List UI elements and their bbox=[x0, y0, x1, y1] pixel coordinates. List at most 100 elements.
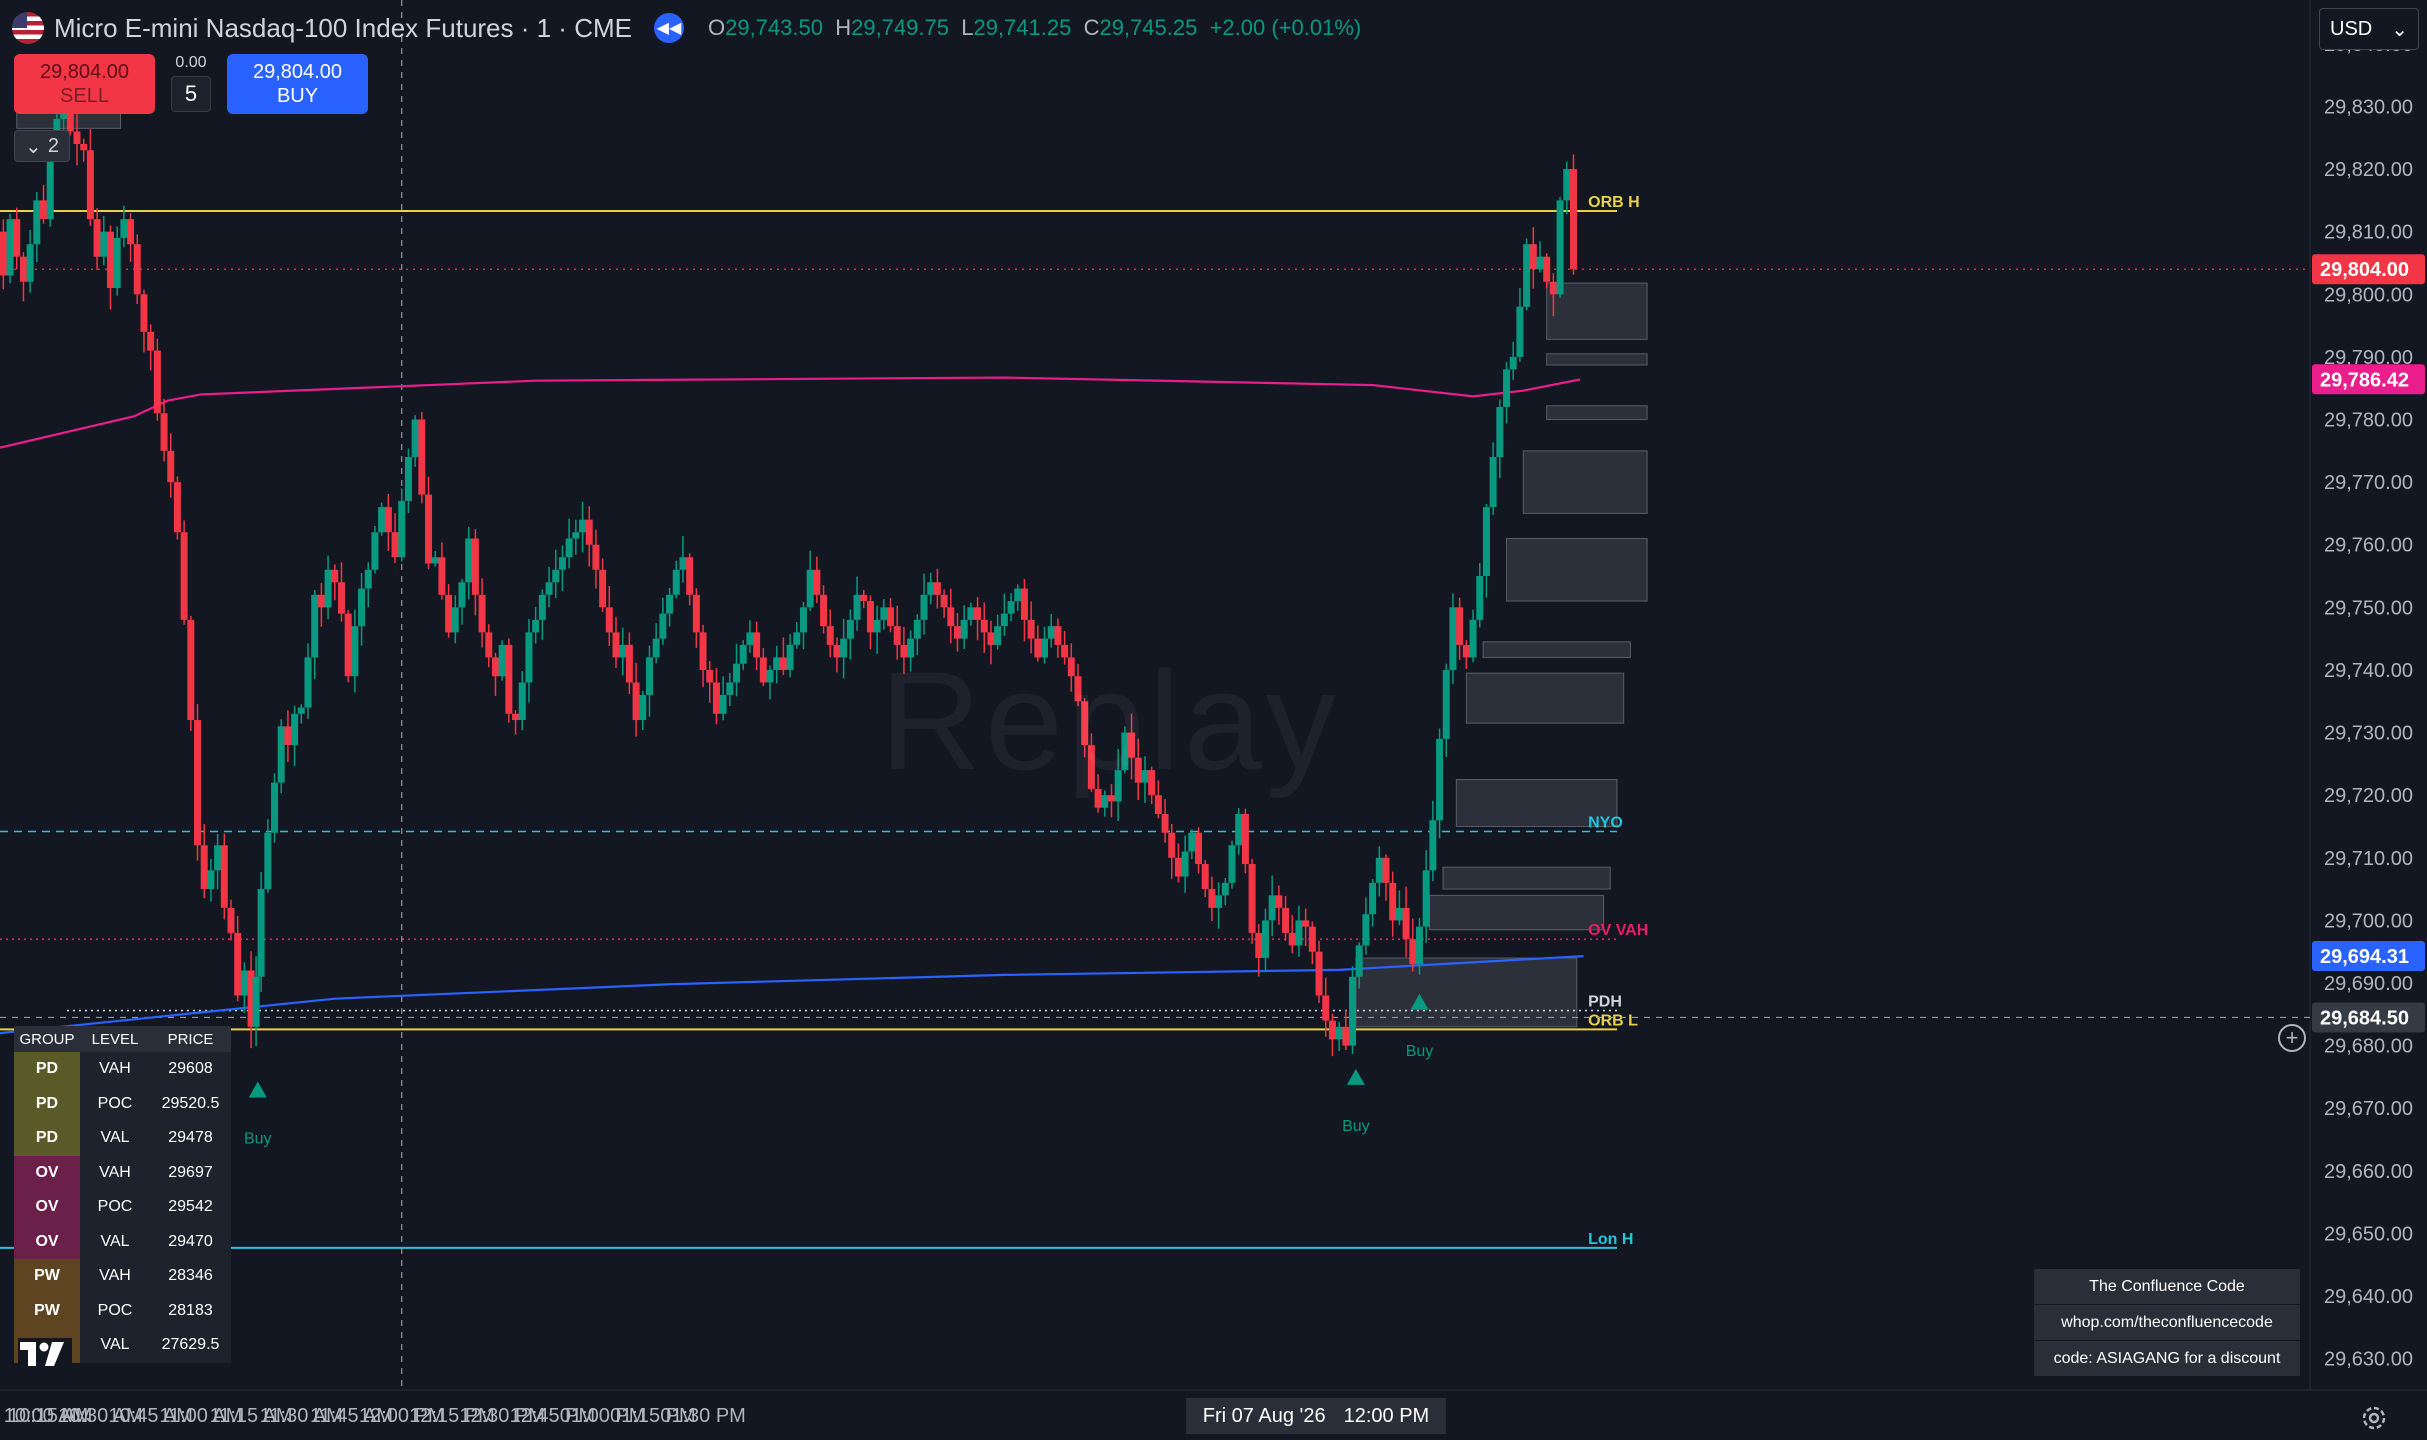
candle-body bbox=[1503, 369, 1511, 407]
candle-body bbox=[786, 644, 794, 670]
collapse-count: 2 bbox=[47, 134, 59, 157]
candle-body bbox=[1355, 945, 1363, 977]
candle-body bbox=[1261, 920, 1269, 958]
candle-body bbox=[1409, 939, 1417, 965]
candle-body bbox=[1395, 907, 1403, 921]
sell-button[interactable]: 29,804.00 SELL bbox=[14, 54, 155, 114]
levels-row: OV VAH 29697 bbox=[14, 1155, 231, 1190]
indicator-collapse-button[interactable]: ⌄ 2 bbox=[14, 130, 70, 162]
candle-body bbox=[712, 682, 720, 714]
candle-body bbox=[558, 557, 566, 570]
candle-body bbox=[913, 619, 921, 639]
candle-body bbox=[1429, 820, 1437, 871]
y-tick-label: 29,800.00 bbox=[2324, 284, 2413, 306]
candle-body bbox=[1315, 951, 1323, 996]
candle-body bbox=[438, 557, 446, 595]
candle-body bbox=[719, 695, 727, 714]
levels-level: VAH bbox=[80, 1052, 150, 1087]
imbalance-zone bbox=[1522, 450, 1648, 514]
candle-body bbox=[692, 594, 700, 633]
close-value: 29,745.25 bbox=[1099, 15, 1198, 40]
candle-body bbox=[220, 845, 228, 908]
levels-row: OV VAL 29470 bbox=[14, 1224, 231, 1259]
candle-body bbox=[167, 450, 175, 483]
candle-body bbox=[1201, 864, 1209, 890]
high-value: 29,749.75 bbox=[851, 15, 949, 40]
level-label: PDH bbox=[1588, 994, 1622, 1011]
candle-body bbox=[234, 932, 242, 996]
candle-body bbox=[384, 507, 392, 533]
levels-price: 29542 bbox=[150, 1190, 231, 1225]
candle-body bbox=[351, 626, 359, 677]
candle-body bbox=[980, 619, 988, 633]
buy-button[interactable]: 29,804.00 BUY bbox=[227, 54, 368, 114]
levels-group: PD bbox=[14, 1086, 80, 1121]
candle-body bbox=[645, 657, 653, 695]
replay-rewind-icon[interactable]: ◀◀ bbox=[653, 13, 684, 43]
symbol-title[interactable]: Micro E-mini Nasdaq-100 Index Futures · … bbox=[54, 13, 632, 44]
candle-body bbox=[1569, 169, 1577, 270]
candle-body bbox=[813, 569, 821, 595]
candle-body bbox=[80, 144, 88, 151]
y-tick-label: 29,680.00 bbox=[2324, 1036, 2413, 1058]
candle-body bbox=[927, 582, 935, 595]
y-tick-label: 29,740.00 bbox=[2324, 660, 2413, 682]
candle-body bbox=[960, 619, 968, 639]
candle-body bbox=[1523, 244, 1531, 307]
candle-body bbox=[947, 607, 955, 627]
candle-body bbox=[652, 638, 660, 658]
candle-body bbox=[207, 870, 215, 890]
candle-body bbox=[133, 244, 141, 295]
current-price-tag: 29,804.00 bbox=[2320, 259, 2409, 281]
crosshair-time: 12:00 PM bbox=[1343, 1404, 1430, 1427]
candle-body bbox=[147, 331, 155, 351]
gear-icon[interactable] bbox=[2358, 1402, 2390, 1434]
y-tick-label: 29,690.00 bbox=[2324, 973, 2413, 995]
levels-price: 29608 bbox=[150, 1052, 231, 1087]
level-label: OV VAH bbox=[1588, 922, 1648, 939]
candle-body bbox=[1563, 169, 1571, 201]
candle-body bbox=[404, 457, 412, 501]
candle-body bbox=[860, 594, 868, 602]
levels-row: OV POC 29542 bbox=[14, 1190, 231, 1225]
candle-body bbox=[1288, 932, 1296, 946]
crosshair-time-label: Fri 07 Aug '26 12:00 PM bbox=[1186, 1398, 1446, 1434]
candle-body bbox=[1456, 607, 1464, 645]
y-tick-label: 29,830.00 bbox=[2324, 96, 2413, 118]
candle-body bbox=[632, 682, 640, 721]
buy-signal-arrow bbox=[1346, 1068, 1365, 1085]
level-label: ORB L bbox=[1588, 1012, 1638, 1029]
candle-body bbox=[920, 594, 928, 620]
candle-body bbox=[1208, 889, 1216, 908]
y-tick-label: 29,660.00 bbox=[2324, 1161, 2413, 1183]
candle-body bbox=[659, 613, 667, 639]
imbalance-zone bbox=[1442, 866, 1611, 890]
quantity-input[interactable]: 5 bbox=[171, 76, 211, 112]
levels-level: POC bbox=[80, 1086, 150, 1121]
levels-price: 29697 bbox=[150, 1155, 231, 1190]
imbalance-zone bbox=[1355, 957, 1578, 1028]
candle-body bbox=[1482, 507, 1490, 577]
tradingview-logo-icon[interactable] bbox=[18, 1338, 72, 1370]
candle-body bbox=[458, 582, 466, 608]
currency-select[interactable]: USD ⌄ bbox=[2319, 8, 2419, 50]
candle-body bbox=[1181, 851, 1189, 877]
candle-body bbox=[344, 613, 352, 677]
levels-price: 29520.5 bbox=[150, 1086, 231, 1121]
candle-body bbox=[1000, 613, 1008, 627]
candle-body bbox=[19, 256, 27, 282]
candle-body bbox=[766, 669, 774, 683]
candle-body bbox=[40, 200, 48, 220]
buy-signal-arrow bbox=[248, 1081, 267, 1098]
promo-link[interactable]: whop.com/theconfluencecode bbox=[2033, 1304, 2301, 1341]
candle-body bbox=[317, 594, 325, 608]
add-order-plus-icon[interactable]: + bbox=[2278, 1024, 2306, 1052]
candle-body bbox=[933, 582, 941, 595]
candle-body bbox=[252, 976, 260, 1027]
candle-body bbox=[1489, 457, 1497, 508]
candle-body bbox=[485, 632, 493, 658]
candle-body bbox=[773, 657, 781, 670]
vwap-line bbox=[0, 376, 1581, 449]
trade-panel: 29,804.00 SELL 0.00 5 29,804.00 BUY bbox=[14, 54, 368, 114]
candle-body bbox=[706, 669, 714, 683]
